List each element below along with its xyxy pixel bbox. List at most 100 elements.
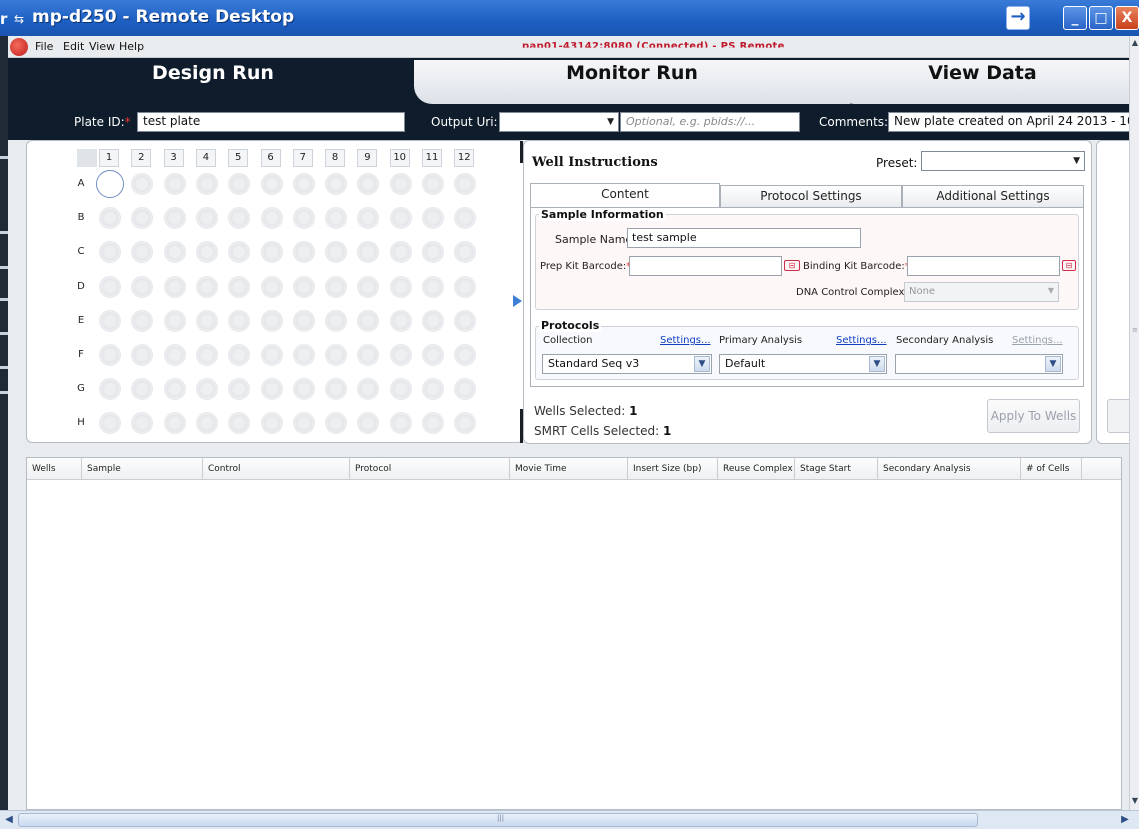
right-panel-button[interactable] (1107, 399, 1129, 433)
well-A9[interactable] (357, 173, 380, 195)
well-D6[interactable] (260, 275, 283, 298)
well-E11[interactable] (422, 309, 444, 332)
restore-connection-icon[interactable]: → (1006, 6, 1030, 30)
menu-edit[interactable]: Edit (63, 40, 84, 53)
well-C5[interactable] (228, 241, 251, 264)
well-F12[interactable] (454, 344, 477, 366)
apply-to-wells-button[interactable]: Apply To Wells (987, 399, 1080, 433)
well-C12[interactable] (454, 241, 477, 264)
well-F6[interactable] (260, 344, 283, 366)
collection-select[interactable]: Standard Seq v3 ▼ (542, 354, 712, 374)
column-header[interactable]: Stage Start (795, 458, 878, 480)
well-H6[interactable] (260, 412, 283, 435)
well-G7[interactable] (292, 378, 315, 401)
well-B5[interactable] (228, 207, 251, 230)
tab-content[interactable]: Content (530, 183, 720, 208)
well-F7[interactable] (292, 344, 315, 366)
secondary-analysis-select[interactable]: ▼ (895, 354, 1063, 374)
well-C1[interactable] (99, 241, 121, 264)
well-H12[interactable] (454, 412, 477, 435)
tab-additional-settings[interactable]: Additional Settings (902, 185, 1084, 207)
column-header[interactable]: 6 (260, 149, 281, 167)
well-D10[interactable] (389, 275, 412, 298)
well-A8[interactable] (325, 173, 348, 195)
well-A3[interactable] (163, 173, 186, 195)
vertical-scrollbar[interactable]: ▲ ≡ ▼ (1129, 36, 1139, 810)
column-header[interactable]: 7 (292, 149, 313, 167)
well-A2[interactable] (131, 173, 154, 195)
output-uri-input[interactable]: Optional, e.g. pbids://... (620, 112, 800, 132)
well-B2[interactable] (131, 207, 154, 230)
well-C10[interactable] (389, 241, 412, 264)
well-H11[interactable] (422, 412, 444, 435)
well-F2[interactable] (131, 344, 154, 366)
well-G11[interactable] (422, 378, 444, 401)
well-E10[interactable] (389, 309, 412, 332)
well-A12[interactable] (454, 173, 477, 195)
horizontal-scroll-thumb[interactable]: ||| (18, 813, 978, 827)
well-G1[interactable] (99, 378, 121, 401)
column-header[interactable]: Sample (82, 458, 203, 480)
column-header[interactable]: 2 (131, 149, 152, 167)
well-G6[interactable] (260, 378, 283, 401)
well-G4[interactable] (195, 378, 218, 401)
well-F11[interactable] (422, 344, 444, 366)
horizontal-scrollbar[interactable]: ◀ ||| ▶ (0, 810, 1139, 829)
well-B8[interactable] (325, 207, 348, 230)
prep-kit-barcode-input[interactable] (629, 256, 782, 276)
well-E1[interactable] (99, 309, 121, 332)
column-header[interactable]: Insert Size (bp) (628, 458, 718, 480)
binding-kit-barcode-input[interactable] (907, 256, 1060, 276)
well-G12[interactable] (454, 378, 477, 401)
well-B7[interactable] (292, 207, 315, 230)
output-uri-dropdown[interactable]: ▼ (499, 112, 619, 132)
row-header[interactable]: E (71, 310, 91, 332)
well-E3[interactable] (163, 309, 186, 332)
menu-help[interactable]: Help (119, 40, 144, 53)
well-D7[interactable] (292, 275, 315, 298)
well-A5[interactable] (228, 173, 251, 195)
barcode-scan-icon[interactable]: ⊟ (784, 260, 800, 271)
column-header[interactable]: Secondary Analysis (878, 458, 1021, 480)
minimize-button[interactable]: _ (1063, 6, 1087, 30)
well-B6[interactable] (260, 207, 283, 230)
tab-protocol-settings[interactable]: Protocol Settings (720, 185, 902, 207)
column-header[interactable]: Control (203, 458, 350, 480)
secondary-settings-link[interactable]: Settings... (1012, 335, 1063, 346)
well-B10[interactable] (389, 207, 412, 230)
well-C3[interactable] (163, 241, 186, 264)
column-header[interactable]: 5 (228, 149, 249, 167)
primary-analysis-select[interactable]: Default ▼ (719, 354, 887, 374)
primary-settings-link[interactable]: Settings... (836, 335, 887, 346)
well-F5[interactable] (228, 344, 251, 366)
sample-name-input[interactable]: test sample (627, 228, 861, 248)
column-header[interactable]: 1 (99, 149, 119, 167)
plate-id-input[interactable]: test plate (137, 112, 405, 132)
tab-view-data[interactable]: View Data (836, 60, 1129, 104)
well-B1[interactable] (99, 207, 121, 230)
dna-control-complex-dropdown[interactable]: None ▼ (904, 282, 1059, 302)
tab-monitor-run[interactable]: Monitor Run (414, 60, 850, 104)
well-H3[interactable] (163, 412, 186, 435)
barcode-scan-icon[interactable]: ⊟ (1062, 260, 1076, 271)
column-header[interactable]: Wells (27, 458, 82, 480)
menu-view[interactable]: View (89, 40, 115, 53)
well-B11[interactable] (422, 207, 444, 230)
tab-design-run[interactable]: Design Run (8, 60, 418, 104)
collection-settings-link[interactable]: Settings... (660, 335, 711, 346)
well-F10[interactable] (389, 344, 412, 366)
well-D9[interactable] (357, 275, 380, 298)
well-H10[interactable] (389, 412, 412, 435)
well-H5[interactable] (228, 412, 251, 435)
column-header[interactable]: 9 (357, 149, 378, 167)
well-G10[interactable] (389, 378, 412, 401)
column-header[interactable]: 12 (454, 149, 475, 167)
well-D3[interactable] (163, 275, 186, 298)
well-G2[interactable] (131, 378, 154, 401)
well-B12[interactable] (454, 207, 477, 230)
well-E5[interactable] (228, 309, 251, 332)
well-E7[interactable] (292, 309, 315, 332)
well-H2[interactable] (131, 412, 154, 435)
well-G5[interactable] (228, 378, 251, 401)
scroll-left-icon[interactable]: ◀ (2, 813, 16, 827)
